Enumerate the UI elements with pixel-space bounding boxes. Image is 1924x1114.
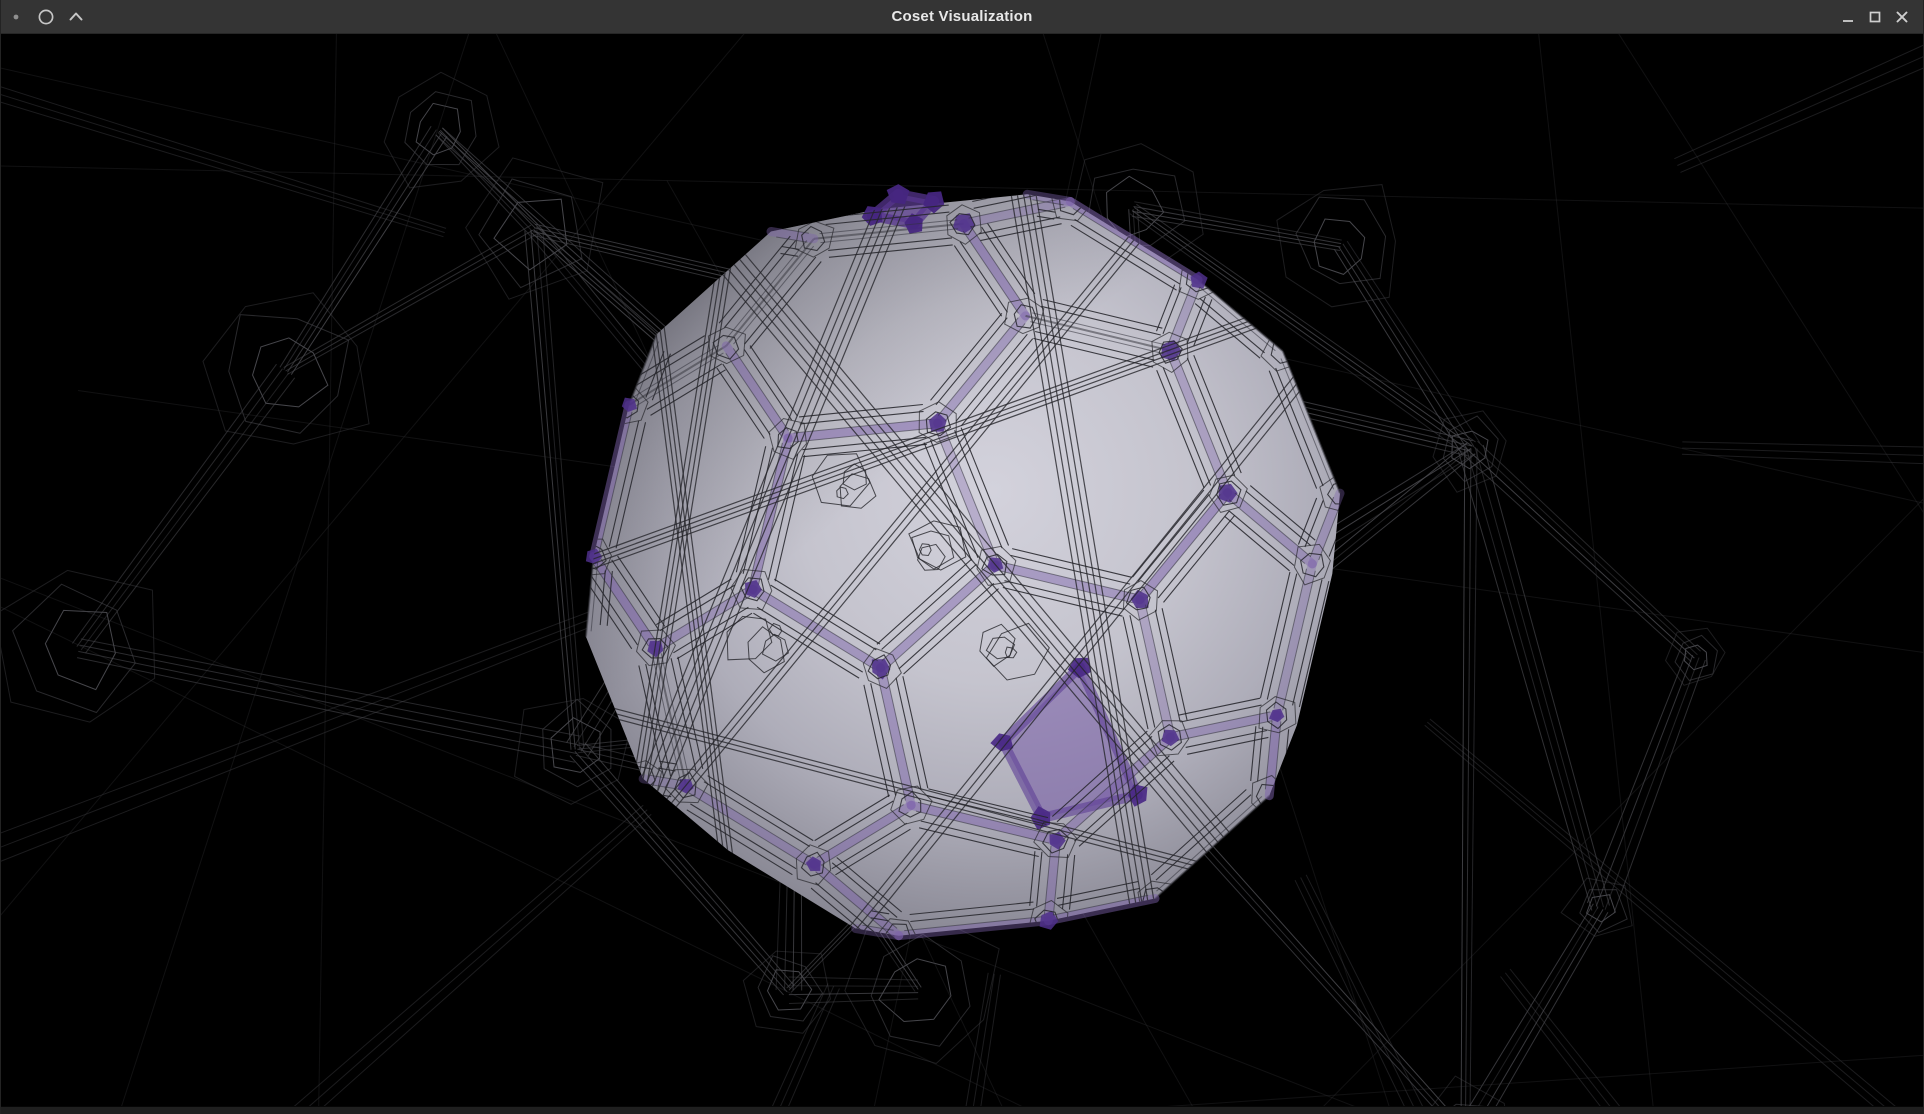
close-button[interactable]: [1888, 0, 1915, 33]
titlebar-left-controls: [1, 0, 91, 33]
render-canvas: [1, 0, 1923, 1114]
sphere-body: [586, 194, 1340, 935]
minimize-button[interactable]: [1834, 0, 1861, 33]
render-viewport[interactable]: [1, 0, 1923, 1114]
maximize-button[interactable]: [1861, 0, 1888, 33]
circle-icon[interactable]: [31, 0, 61, 33]
chevron-up-icon[interactable]: [61, 0, 91, 33]
app-window: Coset Visualization: [0, 0, 1924, 1114]
menu-dot-icon: [1, 0, 31, 33]
window-bottom-edge: [1, 1106, 1923, 1114]
titlebar-right-controls: [1834, 0, 1915, 33]
window-title: Coset Visualization: [1, 0, 1923, 33]
titlebar[interactable]: Coset Visualization: [1, 0, 1923, 34]
